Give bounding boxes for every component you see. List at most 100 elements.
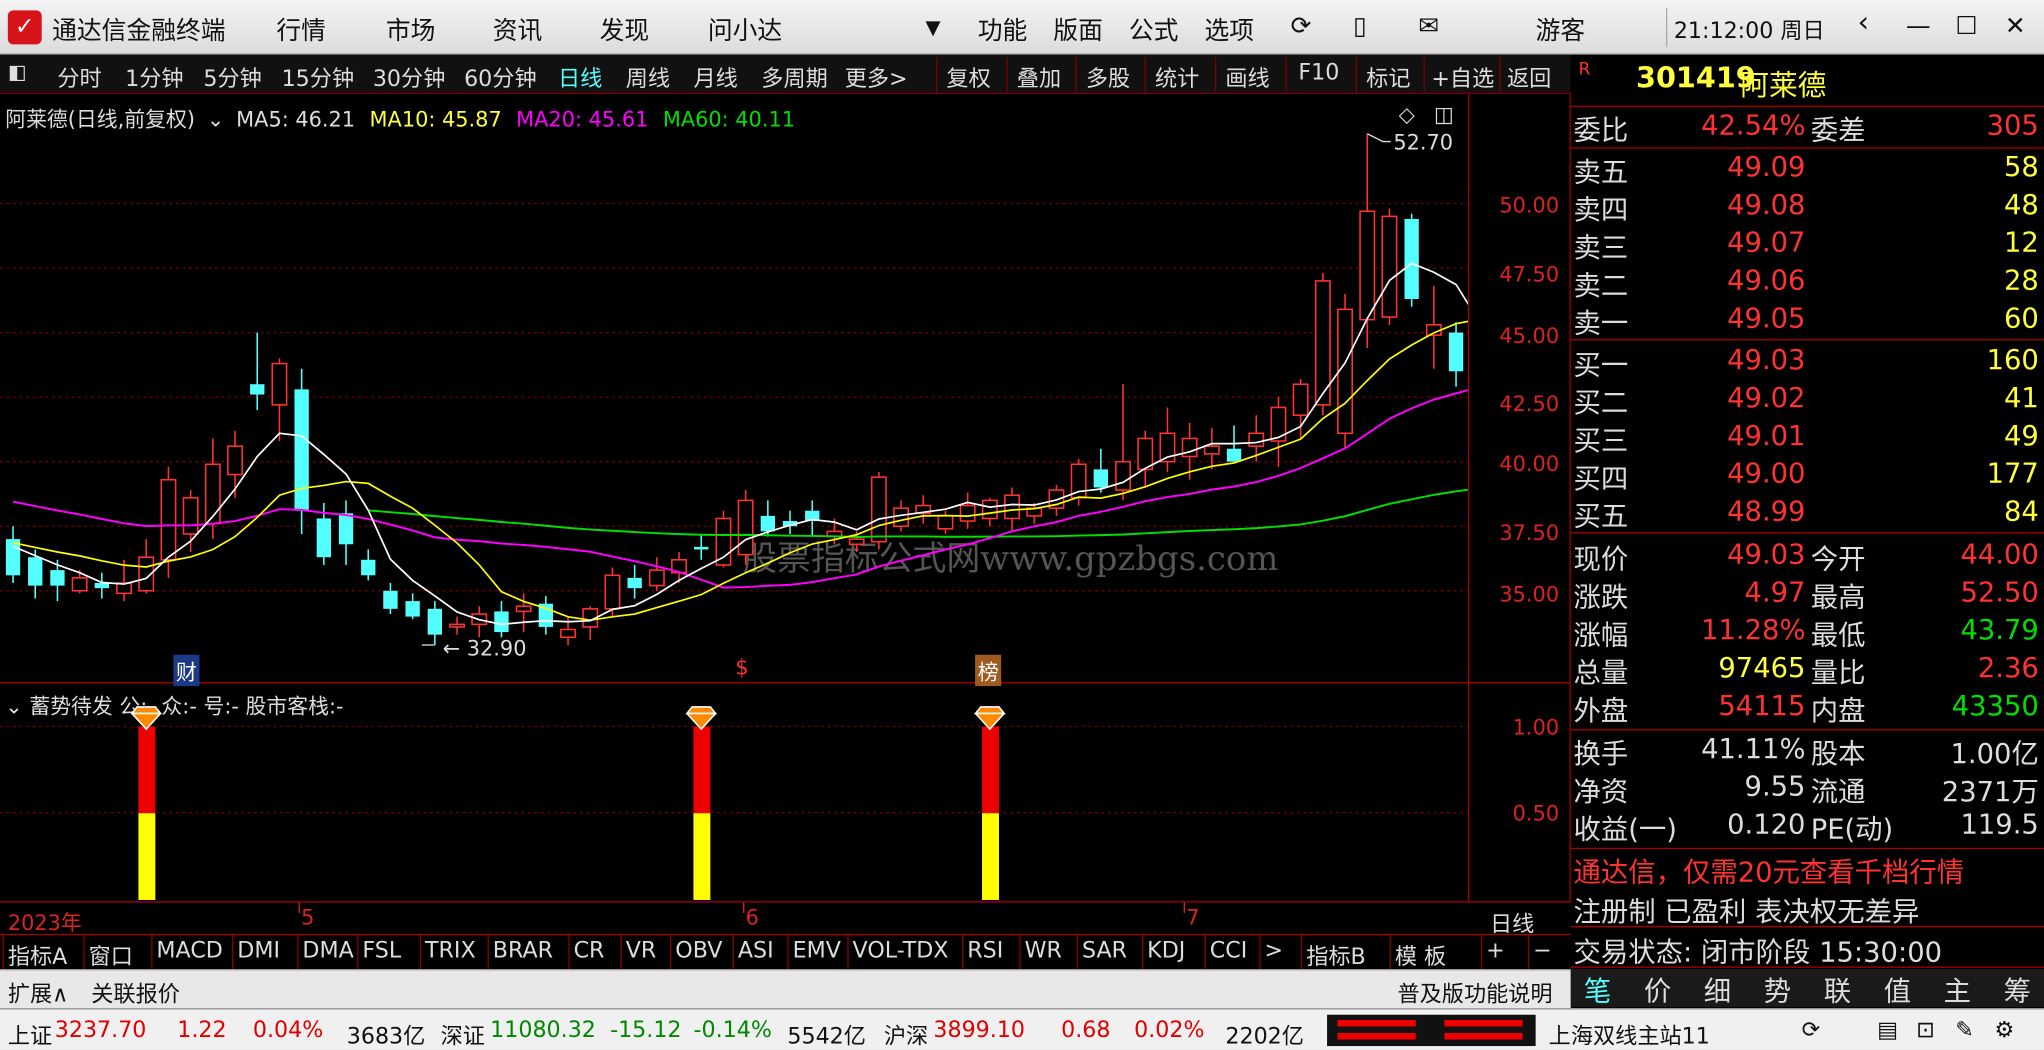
app-logo-icon: ✓ [7, 10, 42, 45]
expand-button[interactable]: 扩展∧ [8, 976, 69, 1008]
biaoji-button[interactable]: 标记 [1366, 60, 1410, 93]
tab-weekly[interactable]: 周线 [626, 60, 670, 93]
tab-15min[interactable]: 15分钟 [282, 60, 355, 93]
linked-quote-button[interactable]: 关联报价 [91, 976, 180, 1008]
indicator-tab-5[interactable]: FSL [362, 938, 401, 964]
add-watchlist-button[interactable]: +自选 [1431, 60, 1494, 93]
tab-monthly[interactable]: 月线 [694, 60, 738, 93]
stat-row: 现价 49.03 今开 44.00 [1571, 537, 2044, 576]
marker-cai[interactable]: 财 [173, 654, 200, 687]
indicator-tab-15[interactable]: WR [1025, 938, 1062, 964]
indicator-tab-11[interactable]: ASI [738, 938, 774, 964]
kline-panel[interactable]: 阿莱德(日线,前复权) ⌄ MA5: 46.21 MA10: 45.87 MA2… [0, 93, 1571, 687]
diejia-button[interactable]: 叠加 [1017, 60, 1061, 93]
tab-multiperiod[interactable]: 多周期 [761, 60, 827, 93]
indicator-tab-3[interactable]: DMI [237, 938, 280, 964]
indicator-tab-4[interactable]: DMA [302, 938, 353, 964]
lock-icon[interactable]: ⊡ [1916, 1017, 1935, 1043]
help-button[interactable]: 普及版功能说明 [1397, 976, 1552, 1008]
indicator-tab-8[interactable]: CR [574, 938, 605, 964]
indicator-tab-18[interactable]: CCI [1210, 938, 1247, 964]
indicator-tab-1[interactable]: 窗口 [89, 938, 133, 970]
hs-label[interactable]: 沪深 [884, 1017, 928, 1050]
sh-label[interactable]: 上证 [8, 1017, 52, 1050]
duogu-button[interactable]: 多股 [1086, 60, 1130, 93]
close-icon[interactable]: ✕ [2005, 12, 2026, 41]
indicator-tab-22[interactable]: + [1486, 938, 1505, 964]
indicator-tab-0[interactable]: 指标A [8, 938, 67, 970]
indicator-tab-20[interactable]: 指标B [1306, 938, 1366, 970]
indicator-tab-7[interactable]: BRAR [493, 938, 553, 964]
marker-bang[interactable]: 榜 [975, 654, 1002, 687]
candle-body-down [427, 608, 443, 635]
menu-faxian[interactable]: 发现 [600, 12, 650, 47]
indicator-tab-14[interactable]: RSI [967, 938, 1003, 964]
sz-label[interactable]: 深证 [441, 1017, 485, 1050]
f10-button[interactable]: F10 [1298, 60, 1339, 86]
weicha-value: 305 [1986, 109, 2039, 141]
menu-xuanxiang[interactable]: 选项 [1205, 12, 1255, 47]
indicator-tab-19[interactable]: > [1264, 938, 1283, 964]
dropdown-icon[interactable]: ▼ [926, 16, 941, 39]
indicator-tab-9[interactable]: VR [626, 938, 657, 964]
server-station[interactable]: 上海双线主站11 [1549, 1017, 1710, 1050]
connection-icon[interactable]: ⟳ [1802, 1017, 1821, 1043]
quote-tab[interactable]: 联 [1824, 970, 1851, 1009]
tab-1min[interactable]: 1分钟 [125, 60, 183, 93]
menu-gongshi[interactable]: 公式 [1129, 12, 1179, 47]
user-label[interactable]: 游客 [1536, 12, 1586, 47]
candle-body-up [1004, 494, 1021, 520]
refresh-icon[interactable]: ⟳ [1291, 12, 1312, 41]
indicator-tab-10[interactable]: OBV [675, 938, 722, 964]
menu-shichang[interactable]: 市场 [386, 12, 436, 47]
indicator-tab-17[interactable]: KDJ [1147, 938, 1185, 964]
signal-bar-chart[interactable] [0, 683, 1468, 902]
candle-body-down [94, 583, 110, 589]
quote-tab[interactable]: 值 [1884, 970, 1911, 1009]
tongji-button[interactable]: 统计 [1155, 60, 1199, 93]
tab-daily[interactable]: 日线 [558, 60, 602, 93]
indicator-tab-2[interactable]: MACD [156, 938, 222, 964]
back-button[interactable]: 返回 [1507, 60, 1551, 93]
quote-tab[interactable]: 细 [1704, 970, 1731, 1009]
menu-wenxiaoda[interactable]: 问小达 [708, 12, 782, 47]
menu-zixun[interactable]: 资讯 [493, 12, 543, 47]
notepad-icon[interactable]: ▤ [1877, 1017, 1898, 1043]
indicator-tab-23[interactable]: − [1533, 938, 1552, 964]
menu-hangqing[interactable]: 行情 [276, 12, 326, 47]
indicator-panel[interactable]: ⌄ 蓄势待发 公:- 众:- 号:- 股市客栈:- 1.00 0.50 [0, 683, 1571, 903]
menu-banmian[interactable]: 版面 [1053, 12, 1103, 47]
quote-tab[interactable]: 价 [1644, 970, 1671, 1009]
mail-icon[interactable]: ✉ [1418, 12, 1439, 41]
quote-tab[interactable]: 筹 [2004, 970, 2031, 1009]
back-icon[interactable]: ‹ [1858, 7, 1869, 40]
tab-5min[interactable]: 5分钟 [203, 60, 261, 93]
quote-tab[interactable]: 笔 [1584, 970, 1611, 1009]
menu-gongneng[interactable]: 功能 [978, 12, 1028, 47]
candlestick-chart[interactable]: 52.70 ← 32.90 [0, 94, 1468, 684]
stock-header: R 301419 阿莱德 [1570, 59, 2044, 103]
indicator-tab-21[interactable]: 模 板 [1395, 938, 1446, 970]
tab-fenshi[interactable]: 分时 [57, 60, 101, 93]
weibi-label: 委比 [1573, 114, 1629, 147]
marker-dollar[interactable]: $ [735, 655, 748, 680]
tab-more[interactable]: 更多> [845, 60, 908, 93]
indicator-tab-6[interactable]: TRIX [425, 938, 476, 964]
panel-toggle-icon[interactable]: ◧ [8, 60, 26, 83]
maximize-icon[interactable]: ☐ [1955, 12, 1977, 41]
candle-body-up [648, 569, 665, 587]
chat-icon[interactable]: ✎ [1955, 1017, 1974, 1043]
indicator-tab-12[interactable]: EMV [793, 938, 841, 964]
indicator-tab-13[interactable]: VOL-TDX [853, 938, 949, 964]
phone-icon[interactable]: ▯ [1353, 12, 1367, 41]
huaxian-button[interactable]: 画线 [1225, 60, 1269, 93]
minimize-icon[interactable]: — [1906, 12, 1931, 41]
fuquan-button[interactable]: 复权 [946, 60, 990, 93]
tab-60min[interactable]: 60分钟 [464, 60, 537, 93]
ask-volume: 12 [2003, 226, 2039, 259]
settings-icon[interactable]: ⚙ [1995, 1017, 2015, 1043]
tab-30min[interactable]: 30分钟 [373, 60, 446, 93]
indicator-tab-16[interactable]: SAR [1082, 938, 1127, 964]
quote-tab[interactable]: 主 [1944, 970, 1971, 1009]
quote-tab[interactable]: 势 [1764, 970, 1791, 1009]
